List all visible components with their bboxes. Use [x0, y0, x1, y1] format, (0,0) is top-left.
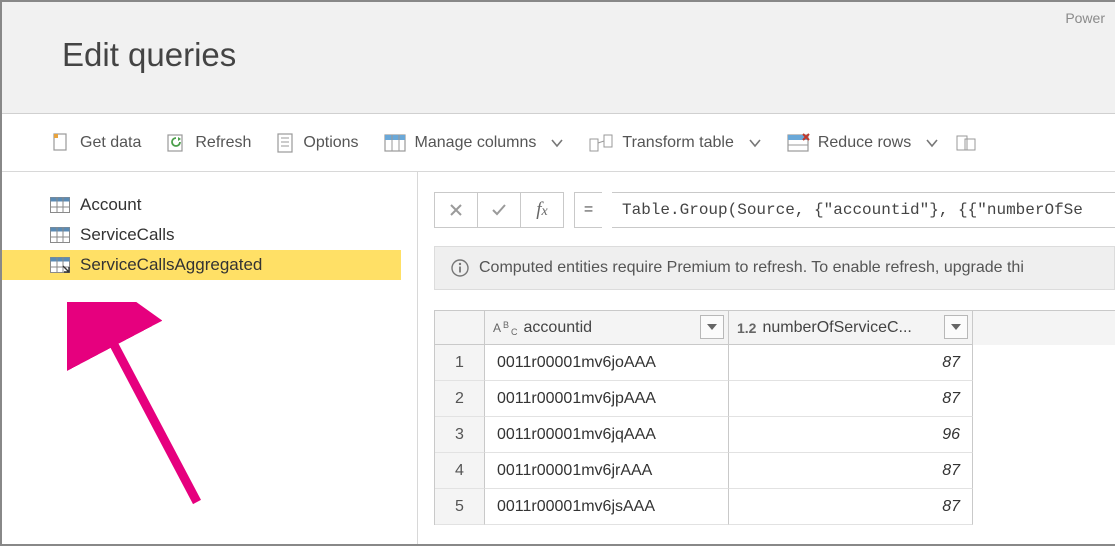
- column-filter-button[interactable]: [700, 315, 724, 339]
- query-item-servicecallsaggregated[interactable]: ServiceCallsAggregated: [2, 250, 401, 280]
- close-icon: [449, 203, 463, 217]
- get-data-icon: [50, 132, 72, 154]
- table-icon: [50, 197, 70, 213]
- caret-down-icon: [707, 324, 717, 330]
- chevron-down-icon: [925, 136, 939, 150]
- formula-fx-button[interactable]: fx: [521, 199, 563, 221]
- transform-table-label: Transform table: [622, 134, 733, 152]
- refresh-icon: [165, 132, 187, 154]
- refresh-label: Refresh: [195, 134, 251, 152]
- page-title: Edit queries: [62, 36, 236, 74]
- row-index: 2: [435, 381, 485, 417]
- info-text: Computed entities require Premium to ref…: [479, 259, 1024, 277]
- formula-cancel-button[interactable]: [435, 203, 477, 217]
- ribbon-toolbar: Get data Refresh Options Manage columns: [2, 114, 1115, 172]
- cell-accountid[interactable]: 0011r00001mv6jqAAA: [485, 417, 729, 453]
- formula-bar[interactable]: Table.Group(Source, {"accountid"}, {{"nu…: [612, 192, 1115, 228]
- table-row[interactable]: 50011r00001mv6jsAAA87: [435, 489, 1115, 525]
- formula-equals: =: [574, 192, 602, 228]
- table-row[interactable]: 40011r00001mv6jrAAA87: [435, 453, 1115, 489]
- merge-icon: [955, 133, 981, 153]
- row-header-spacer: [435, 311, 485, 345]
- cell-numberofservicec[interactable]: 87: [729, 345, 973, 381]
- get-data-label: Get data: [80, 134, 141, 152]
- options-button[interactable]: Options: [263, 126, 370, 160]
- more-button[interactable]: [951, 127, 993, 159]
- query-item-account[interactable]: Account: [2, 190, 417, 220]
- cell-accountid[interactable]: 0011r00001mv6jrAAA: [485, 453, 729, 489]
- decimal-type-icon: 1.2: [737, 320, 756, 336]
- manage-columns-label: Manage columns: [415, 134, 537, 152]
- row-index: 4: [435, 453, 485, 489]
- column-header-numberofservicec[interactable]: 1.2 numberOfServiceC...: [729, 311, 973, 345]
- table-row[interactable]: 10011r00001mv6joAAA87: [435, 345, 1115, 381]
- cell-accountid[interactable]: 0011r00001mv6jsAAA: [485, 489, 729, 525]
- info-icon: [451, 259, 469, 277]
- cell-accountid[interactable]: 0011r00001mv6joAAA: [485, 345, 729, 381]
- manage-columns-button[interactable]: Manage columns: [371, 127, 577, 159]
- queries-pane: Account ServiceCalls ServiceCallsAggrega…: [2, 172, 418, 544]
- reduce-rows-icon: [786, 133, 810, 153]
- transform-table-icon: [588, 133, 614, 153]
- column-filter-button[interactable]: [944, 315, 968, 339]
- cell-numberofservicec[interactable]: 87: [729, 453, 973, 489]
- text-type-icon: ABC: [493, 321, 518, 335]
- column-name: accountid: [524, 319, 593, 337]
- table-row[interactable]: 30011r00001mv6jqAAA96: [435, 417, 1115, 453]
- computed-table-icon: [50, 257, 70, 273]
- transform-table-button[interactable]: Transform table: [576, 127, 773, 159]
- query-item-servicecalls[interactable]: ServiceCalls: [2, 220, 417, 250]
- manage-columns-icon: [383, 133, 407, 153]
- check-icon: [491, 203, 507, 217]
- data-grid: ABC accountid 1.2 numberOfServiceC... 10…: [434, 310, 1115, 525]
- cell-numberofservicec[interactable]: 96: [729, 417, 973, 453]
- caret-down-icon: [951, 324, 961, 330]
- query-label: Account: [80, 195, 141, 215]
- query-label: ServiceCallsAggregated: [80, 255, 262, 275]
- column-name: numberOfServiceC...: [762, 319, 911, 337]
- cell-numberofservicec[interactable]: 87: [729, 381, 973, 417]
- reduce-rows-button[interactable]: Reduce rows: [774, 127, 951, 159]
- cell-accountid[interactable]: 0011r00001mv6jpAAA: [485, 381, 729, 417]
- app-name: Power: [1065, 10, 1105, 26]
- table-row[interactable]: 20011r00001mv6jpAAA87: [435, 381, 1115, 417]
- chevron-down-icon: [748, 136, 762, 150]
- refresh-button[interactable]: Refresh: [153, 126, 263, 160]
- row-index: 1: [435, 345, 485, 381]
- row-index: 3: [435, 417, 485, 453]
- query-label: ServiceCalls: [80, 225, 174, 245]
- chevron-down-icon: [550, 136, 564, 150]
- table-icon: [50, 227, 70, 243]
- formula-commit-button[interactable]: [478, 203, 520, 217]
- reduce-rows-label: Reduce rows: [818, 134, 911, 152]
- row-index: 5: [435, 489, 485, 525]
- premium-info-bar: Computed entities require Premium to ref…: [434, 246, 1115, 290]
- query-editor-main: fx = Table.Group(Source, {"accountid"}, …: [418, 172, 1115, 544]
- cell-numberofservicec[interactable]: 87: [729, 489, 973, 525]
- options-label: Options: [303, 134, 358, 152]
- column-header-accountid[interactable]: ABC accountid: [485, 311, 729, 345]
- options-icon: [275, 132, 295, 154]
- get-data-button[interactable]: Get data: [38, 126, 153, 160]
